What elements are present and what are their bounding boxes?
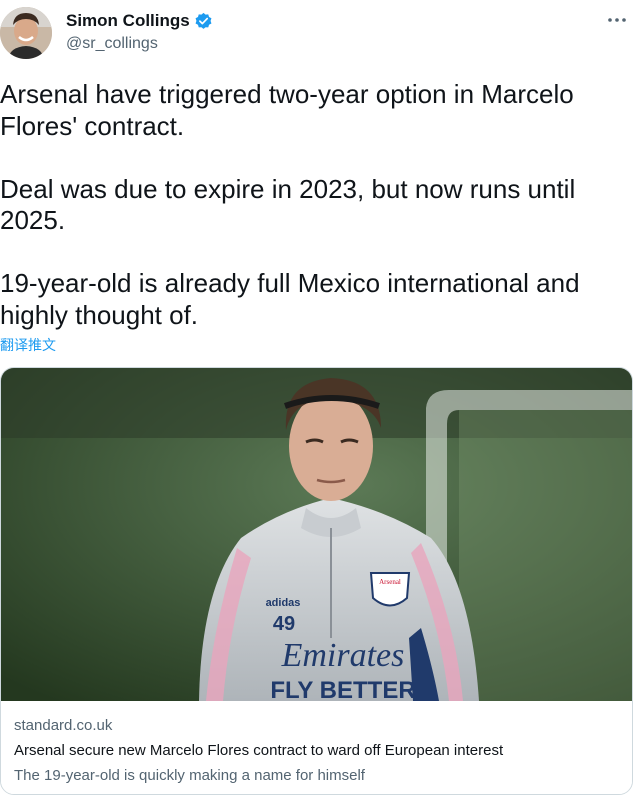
- card-description: The 19-year-old is quickly making a name…: [14, 767, 365, 784]
- translate-tweet-link[interactable]: 翻译推文: [0, 335, 56, 355]
- tweet-header: Simon Collings @sr_collings: [0, 0, 636, 66]
- card-title[interactable]: Arsenal secure new Marcelo Flores contra…: [14, 742, 503, 759]
- verified-badge-icon: [195, 12, 212, 29]
- card-meta: standard.co.uk Arsenal secure new Marcel…: [1, 701, 632, 794]
- author-name-row: Simon Collings: [66, 11, 213, 31]
- author-handle[interactable]: @sr_collings: [66, 35, 158, 53]
- author-display-name[interactable]: Simon Collings: [66, 11, 190, 31]
- tweet-text: Arsenal have triggered two-year option i…: [0, 79, 580, 330]
- profile-photo-icon: [0, 7, 52, 59]
- link-preview-card[interactable]: Arsenal adidas 49 Emirates FLY BETTER st…: [0, 367, 633, 795]
- shirt-number: 49: [273, 613, 295, 635]
- card-image: Arsenal adidas 49 Emirates FLY BETTER: [1, 368, 632, 701]
- author-avatar[interactable]: [0, 7, 52, 59]
- more-options-icon[interactable]: [606, 12, 628, 28]
- crest-text: Arsenal: [379, 578, 401, 586]
- card-domain: standard.co.uk: [14, 717, 113, 734]
- brand-text: adidas: [266, 597, 301, 609]
- shirt-sponsor-line2: FLY BETTER: [270, 677, 415, 701]
- shirt-sponsor-line1: Emirates: [281, 637, 405, 674]
